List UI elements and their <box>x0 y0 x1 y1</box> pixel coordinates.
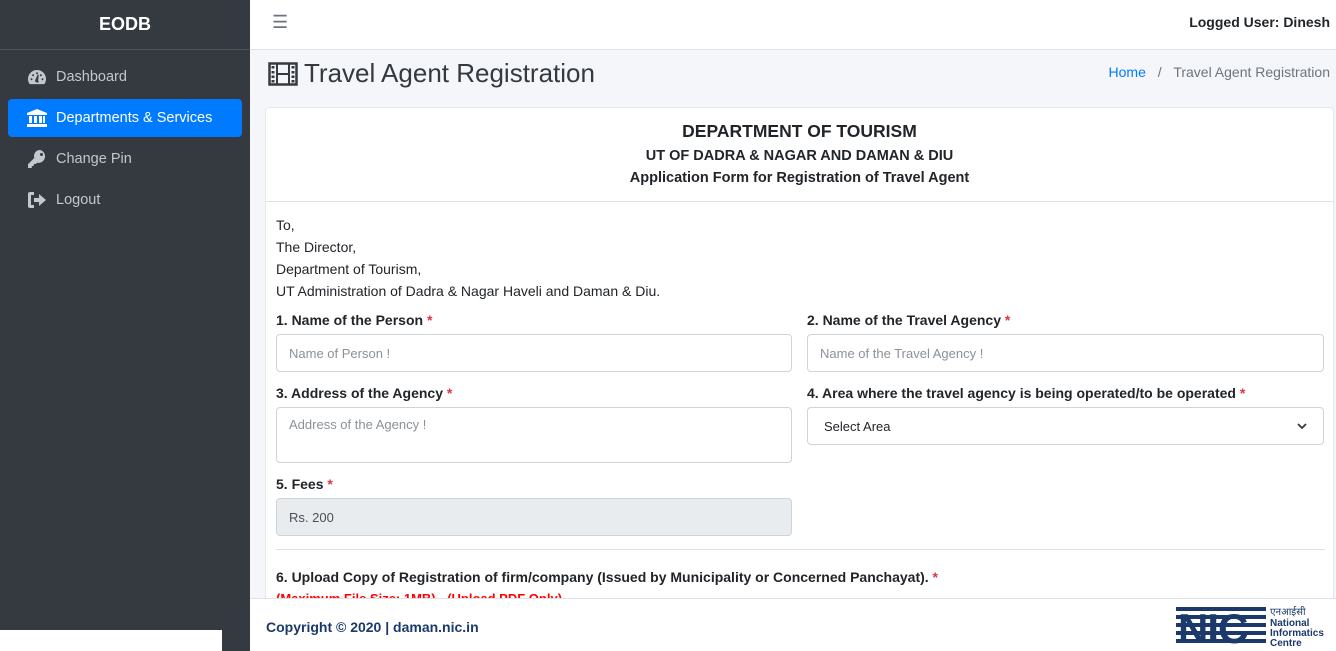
agency-address-label-text: 3. Address of the Agency <box>276 385 444 401</box>
key-icon <box>26 149 48 169</box>
person-name-label: 1. Name of the Person * <box>276 312 432 328</box>
required-mark: * <box>1004 312 1011 328</box>
sidebar-item-label: Logout <box>56 192 101 208</box>
address-line: To, <box>276 217 295 233</box>
form-header: DEPARTMENT OF TOURISM UT OF DADRA & NAGA… <box>266 108 1333 202</box>
agency-name-label-text: 2. Name of the Travel Agency <box>807 312 1001 328</box>
area-select[interactable]: Select Area <box>807 407 1324 445</box>
upload-registration-label-text: 6. Upload Copy of Registration of firm/c… <box>276 569 929 585</box>
sidebar-item-change-pin[interactable]: Change Pin <box>8 140 242 178</box>
sidebar-item-logout[interactable]: Logout <box>8 181 242 219</box>
section-divider <box>276 549 1325 550</box>
form-subtitle: Application Form for Registration of Tra… <box>629 170 970 186</box>
page-title-text: Travel Agent Registration <box>304 58 595 88</box>
required-mark: * <box>932 569 938 585</box>
fees-value: Rs. 200 <box>289 509 334 525</box>
bank-icon <box>26 108 48 128</box>
required-mark: * <box>426 312 433 328</box>
hamburger-menu-icon[interactable]: ☰ <box>272 12 288 33</box>
footer: Copyright © 2020 | daman.nic.in NIC एनआई… <box>250 598 1336 651</box>
breadcrumb-current: Travel Agent Registration <box>1173 64 1330 80</box>
sidebar-item-dashboard[interactable]: Dashboard <box>8 58 242 96</box>
required-mark: * <box>1239 385 1246 401</box>
required-mark: * <box>327 476 333 492</box>
area-select-value: Select Area <box>824 418 891 434</box>
logged-user-label: Logged User: Dinesh <box>1189 14 1330 30</box>
breadcrumb-separator: / <box>1157 64 1162 80</box>
sidebar-item-label: Dashboard <box>56 69 127 85</box>
person-name-input[interactable] <box>276 334 792 372</box>
address-line: The Director, <box>276 239 357 255</box>
area-label-text: 4. Area where the travel agency is being… <box>807 385 1236 401</box>
agency-address-textarea[interactable] <box>276 407 792 463</box>
sidebar-bottom-gap <box>0 630 222 651</box>
top-navbar: ☰ Logged User: Dinesh <box>250 0 1336 50</box>
page-title: Travel Agent Registration <box>268 58 595 89</box>
sidebar-item-label: Departments & Services <box>56 110 213 126</box>
fees-label: 5. Fees * <box>276 476 333 492</box>
upload-registration-label: 6. Upload Copy of Registration of firm/c… <box>276 569 938 585</box>
department-heading: DEPARTMENT OF TOURISM <box>682 121 917 141</box>
agency-name-label: 2. Name of the Travel Agency * <box>807 312 1010 328</box>
agency-name-input[interactable] <box>807 334 1324 372</box>
copyright-text: Copyright © 2020 | daman.nic.in <box>266 619 479 635</box>
brand-logo[interactable]: EODB <box>0 0 250 50</box>
breadcrumb: Home / Travel Agent Registration <box>1109 64 1330 80</box>
ut-heading: UT OF DADRA & NAGAR AND DAMAN & DIU <box>645 148 954 164</box>
nic-logo-icon: NIC एनआईसी National Informatics Centre <box>1176 605 1324 648</box>
sidebar-item-departments[interactable]: Departments & Services <box>8 99 242 137</box>
nic-logo-line: Centre <box>1270 638 1302 648</box>
copyright-label: Copyright © 2020 | <box>266 619 390 635</box>
site-link[interactable]: daman.nic.in <box>393 619 479 635</box>
sidebar: EODB Dashboard Departments & Services Ch… <box>0 0 250 630</box>
nic-logo-hindi: एनआईसी <box>1270 606 1306 618</box>
tachometer-icon <box>26 67 48 87</box>
sign-out-icon <box>26 190 48 210</box>
film-icon <box>268 61 298 86</box>
address-line: UT Administration of Dadra & Nagar Havel… <box>276 283 661 299</box>
nic-logo-text: NIC <box>1178 605 1248 648</box>
area-label: 4. Area where the travel agency is being… <box>807 385 1245 401</box>
address-line: Department of Tourism, <box>276 261 422 277</box>
breadcrumb-home-link[interactable]: Home <box>1109 64 1146 80</box>
sidebar-bottom-strip <box>222 630 250 651</box>
person-name-label-text: 1. Name of the Person <box>276 312 424 328</box>
registration-form-card: DEPARTMENT OF TOURISM UT OF DADRA & NAGA… <box>265 107 1334 607</box>
required-mark: * <box>446 385 453 401</box>
fees-label-text: 5. Fees <box>276 476 324 492</box>
agency-address-label: 3. Address of the Agency * <box>276 385 452 401</box>
sidebar-nav: Dashboard Departments & Services Change … <box>0 50 250 230</box>
chevron-down-icon <box>1297 422 1307 429</box>
fees-readonly-field: Rs. 200 <box>276 498 792 536</box>
address-block: To, The Director, Department of Tourism,… <box>276 214 660 302</box>
sidebar-item-label: Change Pin <box>56 151 132 167</box>
